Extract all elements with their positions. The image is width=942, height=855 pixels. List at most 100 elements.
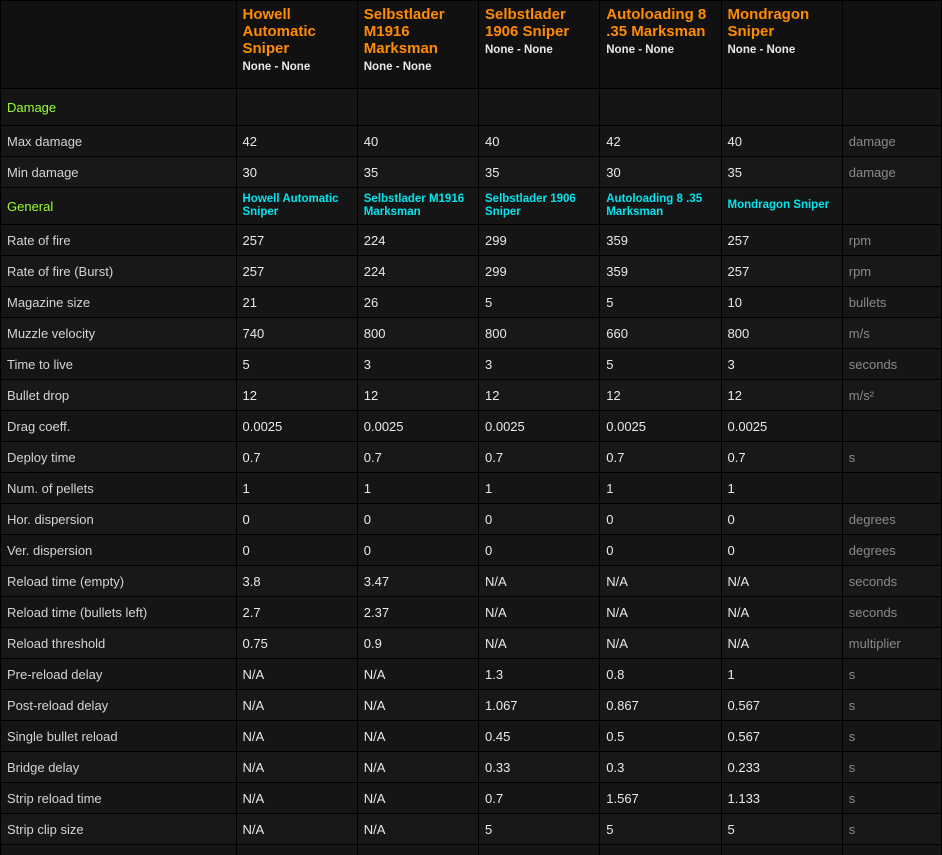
stat-value: 2.7 bbox=[236, 597, 357, 628]
stat-value: 3.8 bbox=[236, 566, 357, 597]
table-row: Strip clip sizeN/AN/A555s bbox=[1, 814, 942, 845]
stat-value: N/A bbox=[357, 721, 478, 752]
table-row: Bullet drop1212121212m/s² bbox=[1, 380, 942, 411]
stat-value: 0.7 bbox=[600, 442, 721, 473]
stat-label: Strip clip size bbox=[1, 814, 237, 845]
stat-value: 0.0025 bbox=[357, 411, 478, 442]
stat-label: Reload threshold bbox=[1, 628, 237, 659]
weapon-name: Mondragon Sniper bbox=[728, 6, 836, 40]
stat-label: Rate of fire (Burst) bbox=[1, 256, 237, 287]
stat-value: N/A bbox=[600, 628, 721, 659]
stat-value: 40 bbox=[357, 126, 478, 157]
stat-value: N/A bbox=[236, 783, 357, 814]
stat-value: 0 bbox=[236, 535, 357, 566]
weapon-header-cell[interactable]: Howell Automatic SniperNone - None bbox=[236, 1, 357, 89]
stat-value: 3 bbox=[357, 349, 478, 380]
stat-value: 0.0025 bbox=[721, 411, 842, 442]
stat-unit: s bbox=[842, 783, 941, 814]
stat-value: 224 bbox=[357, 225, 478, 256]
stat-label: Min damage bbox=[1, 157, 237, 188]
stat-unit: multiplier bbox=[842, 628, 941, 659]
weapon-header-cell[interactable]: Selbstlader M1916 MarksmanNone - None bbox=[357, 1, 478, 89]
weapon-attachments: None - None bbox=[485, 43, 593, 57]
table-row: Rate of fire (Burst)257224299359257rpm bbox=[1, 256, 942, 287]
stat-value: 42 bbox=[236, 126, 357, 157]
stat-value: 0 bbox=[600, 504, 721, 535]
section-title: General bbox=[1, 188, 237, 225]
stat-value: 3 bbox=[479, 349, 600, 380]
stat-value: 1 bbox=[479, 473, 600, 504]
stat-value: 1.567 bbox=[600, 783, 721, 814]
weapon-attachments: None - None bbox=[606, 43, 714, 57]
stat-value: 0 bbox=[721, 504, 842, 535]
header-corner-cell bbox=[1, 1, 237, 89]
stat-unit: m/s² bbox=[842, 380, 941, 411]
stat-unit: rpm bbox=[842, 225, 941, 256]
weapon-header-cell[interactable]: Autoloading 8 .35 Marksman None - None bbox=[600, 1, 721, 89]
stat-unit bbox=[842, 473, 941, 504]
section-subheader-cell bbox=[479, 89, 600, 126]
stat-unit: s bbox=[842, 814, 941, 845]
stat-value: 0.8 bbox=[600, 659, 721, 690]
stat-cell-partial bbox=[479, 845, 600, 855]
stat-value: 0.7 bbox=[721, 442, 842, 473]
table-row: Max damage4240404240damage bbox=[1, 126, 942, 157]
table-row: Single bullet reloadN/AN/A0.450.50.567s bbox=[1, 721, 942, 752]
stat-cell-partial bbox=[721, 845, 842, 855]
stat-value: 12 bbox=[236, 380, 357, 411]
stat-value: N/A bbox=[479, 566, 600, 597]
stat-value: 660 bbox=[600, 318, 721, 349]
stat-unit: s bbox=[842, 442, 941, 473]
stat-value: 0.33 bbox=[479, 752, 600, 783]
weapon-name: Selbstlader 1906 Sniper bbox=[485, 6, 593, 40]
stat-value: N/A bbox=[357, 659, 478, 690]
stat-label: Rate of fire bbox=[1, 225, 237, 256]
weapon-name: Selbstlader M1916 Marksman bbox=[364, 6, 472, 57]
stat-value: 40 bbox=[721, 126, 842, 157]
stat-value: N/A bbox=[236, 752, 357, 783]
stat-value: 0 bbox=[357, 504, 478, 535]
stat-value: 5 bbox=[600, 814, 721, 845]
stat-value: 359 bbox=[600, 256, 721, 287]
table-row-partial bbox=[1, 845, 942, 855]
section-subheader-cell bbox=[600, 89, 721, 126]
weapon-header-cell[interactable]: Selbstlader 1906 Sniper None - None bbox=[479, 1, 600, 89]
stat-value: 1 bbox=[721, 473, 842, 504]
stat-label: Ver. dispersion bbox=[1, 535, 237, 566]
stat-value: 0.0025 bbox=[236, 411, 357, 442]
stat-value: 5 bbox=[600, 349, 721, 380]
stat-value: N/A bbox=[357, 690, 478, 721]
stat-value: 0.0025 bbox=[600, 411, 721, 442]
stat-value: 0.45 bbox=[479, 721, 600, 752]
section-subheader-cell: Selbstlader M1916 Marksman bbox=[357, 188, 478, 225]
stat-value: 5 bbox=[600, 287, 721, 318]
stat-value: 26 bbox=[357, 287, 478, 318]
stat-value: 30 bbox=[600, 157, 721, 188]
stat-value: 800 bbox=[357, 318, 478, 349]
stat-value: 0.7 bbox=[479, 442, 600, 473]
stat-cell-partial bbox=[600, 845, 721, 855]
stat-cell-partial bbox=[842, 845, 941, 855]
weapon-name: Autoloading 8 .35 Marksman bbox=[606, 6, 714, 40]
stat-value: 5 bbox=[236, 349, 357, 380]
section-subheader-label: Mondragon Sniper bbox=[728, 199, 836, 213]
stat-label: Post-reload delay bbox=[1, 690, 237, 721]
section-subheader-label: Howell Automatic Sniper bbox=[243, 193, 351, 220]
weapon-attachments: None - None bbox=[728, 43, 836, 57]
stat-value: 35 bbox=[721, 157, 842, 188]
stat-value: N/A bbox=[721, 566, 842, 597]
stat-value: 2.37 bbox=[357, 597, 478, 628]
stat-value: 257 bbox=[721, 225, 842, 256]
section-subheader-cell bbox=[236, 89, 357, 126]
stat-value: N/A bbox=[357, 783, 478, 814]
weapon-header-cell[interactable]: Mondragon Sniper None - None bbox=[721, 1, 842, 89]
table-row: Hor. dispersion00000degrees bbox=[1, 504, 942, 535]
stat-label: Reload time (bullets left) bbox=[1, 597, 237, 628]
stat-value: N/A bbox=[236, 721, 357, 752]
stat-value: 42 bbox=[600, 126, 721, 157]
stat-cell-partial bbox=[236, 845, 357, 855]
section-subheader-cell: Selbstlader 1906 Sniper bbox=[479, 188, 600, 225]
stat-label: Drag coeff. bbox=[1, 411, 237, 442]
stat-value: N/A bbox=[236, 690, 357, 721]
stat-value: 299 bbox=[479, 256, 600, 287]
